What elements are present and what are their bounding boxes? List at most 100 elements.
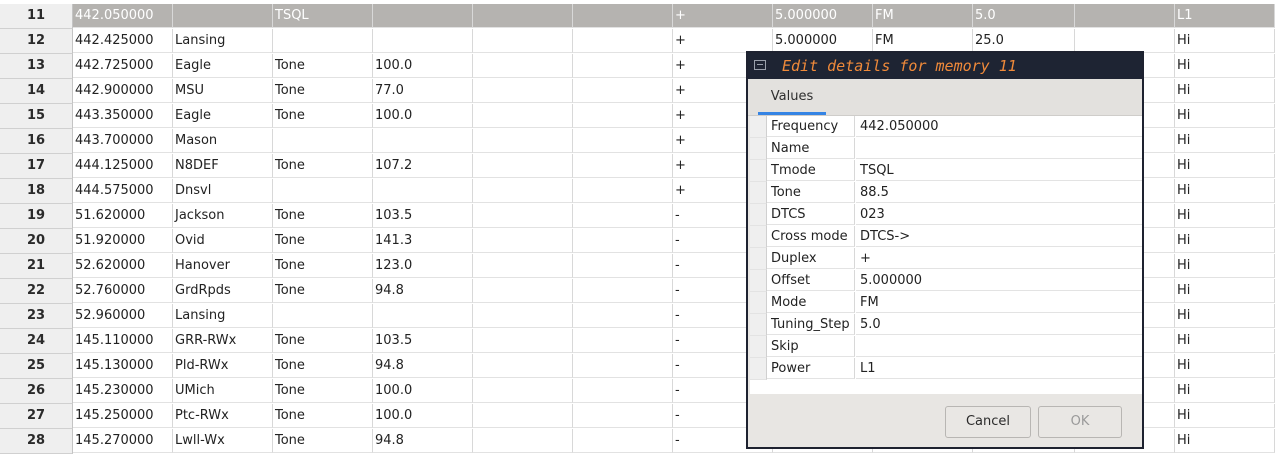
power-cell[interactable]: Hi (1175, 54, 1275, 78)
tone-cell[interactable]: 100.0 (373, 104, 473, 128)
row-number[interactable]: 22 (0, 279, 73, 304)
tmode-cell[interactable]: Tone (273, 354, 373, 378)
duplex-cell[interactable]: + (673, 4, 773, 28)
frequency-cell[interactable]: 51.920000 (73, 229, 173, 253)
field-row[interactable]: Tone 88.5 (750, 182, 1142, 204)
tuning-step-cell[interactable]: 25.0 (973, 29, 1075, 53)
empty-cell[interactable] (473, 4, 573, 28)
offset-cell[interactable]: 5.000000 (773, 4, 873, 28)
empty-cell[interactable] (573, 4, 673, 28)
cancel-button[interactable]: Cancel (945, 406, 1031, 438)
frequency-cell[interactable]: 443.700000 (73, 129, 173, 153)
power-cell[interactable]: Hi (1175, 354, 1275, 378)
field-value[interactable]: 023 (856, 204, 1142, 225)
tmode-cell[interactable]: Tone (273, 404, 373, 428)
tone-cell[interactable]: 100.0 (373, 404, 473, 428)
empty-cell[interactable] (473, 329, 573, 353)
frequency-cell[interactable]: 52.960000 (73, 304, 173, 328)
field-row[interactable]: Mode FM (750, 292, 1142, 314)
field-row[interactable]: Skip (750, 336, 1142, 358)
row-number[interactable]: 23 (0, 304, 73, 329)
empty-cell[interactable] (573, 179, 673, 203)
empty-cell[interactable] (573, 429, 673, 453)
tmode-cell[interactable]: Tone (273, 254, 373, 278)
empty-cell[interactable] (473, 254, 573, 278)
frequency-cell[interactable]: 442.050000 (73, 4, 173, 28)
tmode-cell[interactable]: Tone (273, 329, 373, 353)
empty-cell[interactable] (573, 329, 673, 353)
name-cell[interactable]: Eagle (173, 54, 273, 78)
empty-cell[interactable] (473, 379, 573, 403)
tmode-cell[interactable]: Tone (273, 154, 373, 178)
field-row[interactable]: Tuning_Step 5.0 (750, 314, 1142, 336)
field-value[interactable]: FM (856, 292, 1142, 313)
field-row[interactable]: Power L1 (750, 358, 1142, 380)
name-cell[interactable]: Mason (173, 129, 273, 153)
empty-cell[interactable] (473, 429, 573, 453)
frequency-cell[interactable]: 442.725000 (73, 54, 173, 78)
tuning-step-cell[interactable]: 5.0 (973, 4, 1075, 28)
field-value[interactable]: 442.050000 (856, 116, 1142, 137)
empty-cell[interactable] (573, 54, 673, 78)
window-menu-icon[interactable] (754, 60, 766, 70)
field-row[interactable]: Name (750, 138, 1142, 160)
field-row[interactable]: Duplex + (750, 248, 1142, 270)
empty-cell[interactable] (473, 154, 573, 178)
field-value[interactable]: 88.5 (856, 182, 1142, 203)
power-cell[interactable]: Hi (1175, 129, 1275, 153)
tmode-cell[interactable] (273, 179, 373, 203)
name-cell[interactable]: GrdRpds (173, 279, 273, 303)
field-row[interactable]: Cross mode DTCS-> (750, 226, 1142, 248)
field-value[interactable]: TSQL (856, 160, 1142, 181)
field-value[interactable]: 5.0 (856, 314, 1142, 335)
frequency-cell[interactable]: 51.620000 (73, 204, 173, 228)
row-number[interactable]: 16 (0, 129, 73, 154)
power-cell[interactable]: Hi (1175, 379, 1275, 403)
power-cell[interactable]: Hi (1175, 154, 1275, 178)
offset-cell[interactable]: 5.000000 (773, 29, 873, 53)
tone-cell[interactable]: 100.0 (373, 379, 473, 403)
row-number[interactable]: 27 (0, 404, 73, 429)
empty-cell[interactable] (573, 204, 673, 228)
row-number[interactable]: 19 (0, 204, 73, 229)
tone-cell[interactable]: 141.3 (373, 229, 473, 253)
empty-cell[interactable] (473, 404, 573, 428)
empty-cell[interactable] (473, 104, 573, 128)
tmode-cell[interactable]: Tone (273, 379, 373, 403)
field-value[interactable]: DTCS-> (856, 226, 1142, 247)
tone-cell[interactable]: 94.8 (373, 279, 473, 303)
tmode-cell[interactable]: TSQL (273, 4, 373, 28)
empty-cell[interactable] (573, 154, 673, 178)
field-value[interactable]: + (856, 248, 1142, 269)
tmode-cell[interactable]: Tone (273, 229, 373, 253)
name-cell[interactable]: Eagle (173, 104, 273, 128)
frequency-cell[interactable]: 52.760000 (73, 279, 173, 303)
tone-cell[interactable]: 94.8 (373, 429, 473, 453)
empty-cell[interactable] (573, 354, 673, 378)
empty-cell[interactable] (473, 304, 573, 328)
tone-cell[interactable] (373, 179, 473, 203)
power-cell[interactable]: Hi (1175, 429, 1275, 453)
frequency-cell[interactable]: 145.230000 (73, 379, 173, 403)
power-cell[interactable]: Hi (1175, 304, 1275, 328)
empty-cell[interactable] (473, 204, 573, 228)
empty-cell[interactable] (473, 279, 573, 303)
ok-button[interactable]: OK (1038, 406, 1122, 438)
empty-cell[interactable] (573, 379, 673, 403)
empty-cell[interactable] (473, 354, 573, 378)
row-number[interactable]: 20 (0, 229, 73, 254)
row-number[interactable]: 26 (0, 379, 73, 404)
frequency-cell[interactable]: 443.350000 (73, 104, 173, 128)
name-cell[interactable]: N8DEF (173, 154, 273, 178)
duplex-cell[interactable]: + (673, 29, 773, 53)
empty-cell[interactable] (573, 79, 673, 103)
power-cell[interactable]: Hi (1175, 179, 1275, 203)
row-number[interactable]: 11 (0, 4, 73, 29)
tone-cell[interactable] (373, 29, 473, 53)
frequency-cell[interactable]: 145.270000 (73, 429, 173, 453)
empty-cell[interactable] (473, 29, 573, 53)
row-number[interactable]: 18 (0, 179, 73, 204)
empty-cell[interactable] (473, 179, 573, 203)
empty-cell[interactable] (1075, 29, 1175, 53)
empty-cell[interactable] (473, 54, 573, 78)
